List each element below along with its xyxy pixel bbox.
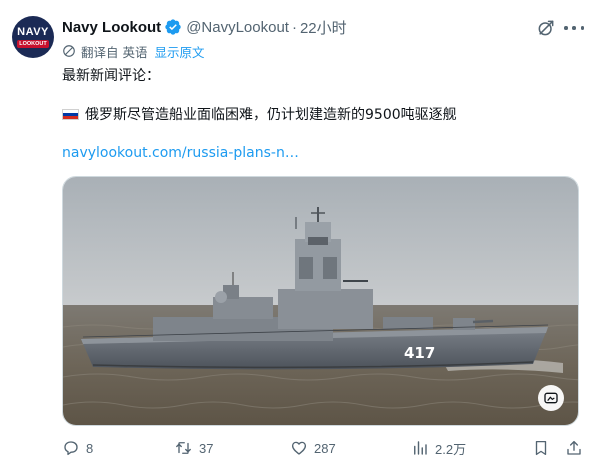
avatar-text-top: NAVY [17, 25, 49, 38]
tweet-text-line2-row: 俄罗斯尽管造船业面临困难，仍计划建造新的9500吨驱逐舰 [62, 104, 457, 124]
more-dot [580, 26, 584, 30]
retweet-count: 37 [199, 440, 214, 456]
translation-row: 翻译自 英语 显示原文 [62, 42, 205, 60]
grok-icon[interactable] [536, 18, 556, 38]
alt-text-icon[interactable] [538, 385, 564, 411]
more-dot [564, 26, 568, 30]
timestamp[interactable]: 22小时 [300, 17, 347, 38]
like-button[interactable]: 287 [290, 437, 336, 459]
retweet-icon [176, 442, 191, 454]
tweet-header: Navy Lookout @NavyLookout · 22小时 [62, 17, 532, 37]
warship-photo: 417 [63, 177, 578, 425]
views-button[interactable]: 2.2万 [411, 437, 466, 459]
user-handle[interactable]: @NavyLookout [186, 19, 289, 36]
share-button[interactable] [565, 437, 589, 459]
translate-icon [63, 45, 75, 57]
tweet-card[interactable]: NAVY LOOKOUT Navy Lookout @NavyLookout ·… [0, 0, 592, 461]
translation-label: 翻译自 英语 [81, 44, 148, 60]
tweet-image[interactable]: 417 [62, 176, 579, 426]
separator-dot: · [291, 18, 297, 36]
avatar[interactable]: NAVY LOOKOUT [12, 16, 54, 58]
more-icon[interactable] [564, 19, 584, 37]
views-icon [414, 441, 427, 455]
tweet-text-line2: 俄罗斯尽管造船业面临困难，仍计划建造新的9500吨驱逐舰 [85, 107, 457, 123]
bookmark-button[interactable] [532, 437, 556, 459]
display-name[interactable]: Navy Lookout [62, 19, 161, 36]
action-bar: 8 37 287 2.2万 [62, 437, 582, 459]
article-link[interactable]: navylookout.com/russia-plans-n… [62, 145, 299, 161]
avatar-text-bottom: LOOKOUT [17, 39, 49, 48]
hull-number: 417 [404, 344, 435, 362]
reply-count: 8 [86, 440, 94, 456]
view-count: 2.2万 [435, 441, 467, 457]
more-dot [572, 26, 576, 30]
bookmark-icon [535, 440, 547, 456]
retweet-button[interactable]: 37 [174, 437, 213, 459]
like-icon [291, 441, 307, 455]
reply-button[interactable]: 8 [62, 437, 93, 459]
like-count: 287 [314, 440, 336, 456]
verified-badge-icon [165, 19, 181, 35]
tweet-text-line1: 最新新闻评论： [62, 68, 160, 84]
russia-flag-icon [62, 108, 79, 120]
show-original-button[interactable]: 显示原文 [154, 42, 204, 61]
reply-icon [64, 441, 78, 456]
share-icon [567, 440, 581, 455]
